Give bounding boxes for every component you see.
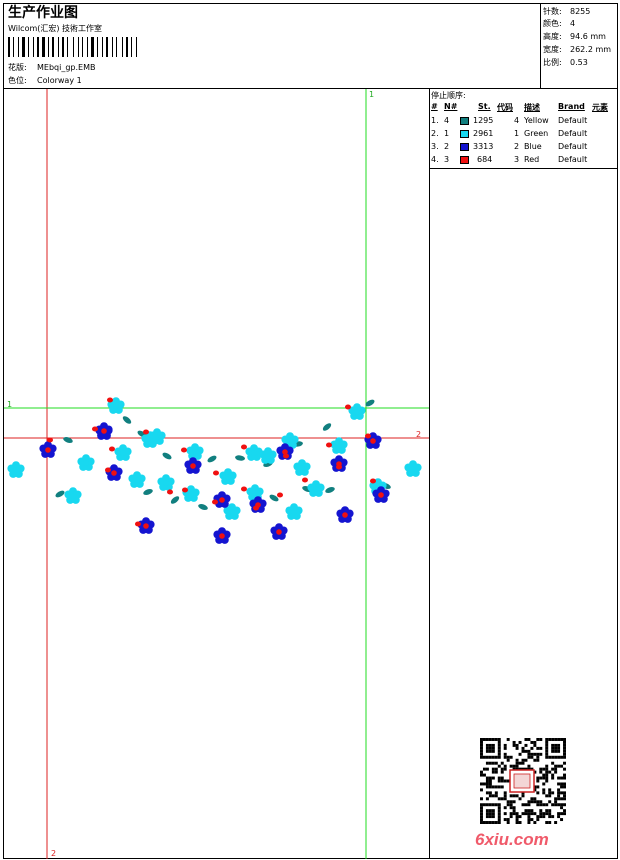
qr-code (480, 738, 566, 824)
bud-motif (345, 404, 351, 410)
leaf-motif (198, 504, 208, 510)
flower-motif (336, 506, 354, 523)
flower-motif (348, 403, 366, 420)
leaf-motif (63, 437, 73, 443)
flower-motif (64, 487, 82, 504)
flower-motif (128, 471, 146, 488)
guide-label-right: 2 (416, 430, 422, 439)
bud-motif (105, 467, 111, 473)
flower-motif (213, 491, 231, 508)
leaf-motif (235, 455, 245, 461)
bud-motif (182, 487, 188, 493)
leaf-motif (143, 489, 153, 495)
flower-motif (95, 422, 113, 439)
flower-motif (270, 523, 288, 540)
guide-label-left: 1 (7, 400, 13, 409)
flower-motif (39, 441, 57, 458)
guide-label-top: 1 (369, 90, 375, 99)
bud-motif (370, 478, 376, 484)
leaf-motif (162, 452, 172, 460)
bud-motif (167, 489, 173, 495)
leaf-motif (207, 455, 217, 463)
flower-motif (105, 464, 123, 481)
bud-motif (302, 477, 308, 483)
bud-motif (143, 429, 149, 435)
bud-motif (277, 492, 283, 498)
flower-motif (307, 480, 325, 497)
bud-motif (181, 447, 187, 453)
bud-motif (326, 442, 332, 448)
leaf-motif (325, 487, 335, 493)
flower-motif (219, 468, 237, 485)
flower-motif (330, 437, 348, 454)
leaf-motif (322, 423, 332, 431)
leaf-motif (122, 416, 132, 424)
watermark: 6xiu.com (475, 830, 549, 849)
bud-motif (212, 499, 218, 505)
flower-motif (7, 461, 25, 478)
bud-motif (365, 433, 371, 439)
flower-motif (293, 459, 311, 476)
embroidery-design (7, 397, 422, 544)
bud-motif (241, 486, 247, 492)
leaf-motif (55, 490, 65, 498)
bud-motif (213, 470, 219, 476)
flower-motif (157, 474, 175, 491)
bud-motif (92, 426, 98, 432)
bud-motif (283, 453, 289, 459)
bud-motif (135, 521, 141, 527)
flower-motif (186, 443, 204, 460)
flower-motif (213, 527, 231, 544)
flower-motif (404, 460, 422, 477)
bud-motif (109, 446, 115, 452)
leaf-motif (170, 496, 180, 504)
flower-motif (114, 444, 132, 461)
guide-label-bottom: 2 (51, 849, 57, 858)
bud-motif (253, 505, 259, 511)
flower-motif (285, 503, 303, 520)
flower-motif (77, 454, 95, 471)
bud-motif (241, 444, 247, 450)
bud-motif (336, 464, 342, 470)
embroidery-canvas (4, 89, 429, 859)
bud-motif (47, 437, 53, 443)
bud-motif (107, 397, 113, 403)
